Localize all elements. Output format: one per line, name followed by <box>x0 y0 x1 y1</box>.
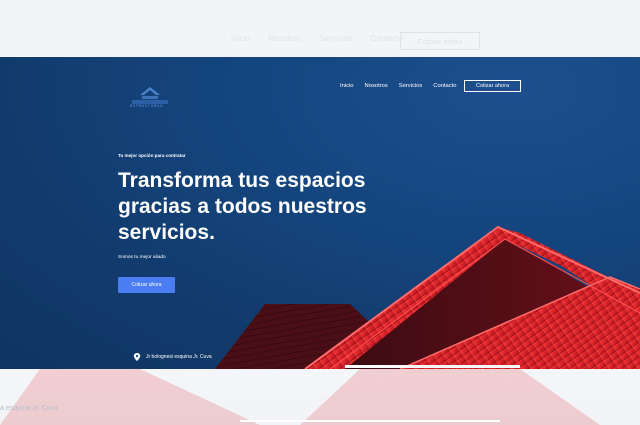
ghost-nav: Inicio Nosotros Servicios Contacto <box>231 34 421 43</box>
hero-headline: Transforma tus espacios gracias a todos … <box>118 169 367 244</box>
main-nav: Inicio Nosotros Servicios Contacto <box>340 83 467 89</box>
nav-item-nosotros[interactable]: Nosotros <box>365 83 388 89</box>
ghost-address: a esquina Jr. Cuva <box>0 405 58 412</box>
hero-cta-button[interactable]: Cotizar ahora <box>118 277 175 293</box>
hero-address: Jr bolognesi esquina Jr. Cuva <box>133 353 212 361</box>
hero-eyebrow: Tu mejor opción para contratar <box>118 153 186 158</box>
logo-icon[interactable] <box>130 77 170 115</box>
ghost-nav-contacto[interactable]: Contacto <box>370 34 403 43</box>
nav-cta-button[interactable]: Cotizar ahora <box>464 80 521 92</box>
lower-section: a esquina Jr. Cuva <box>0 369 640 425</box>
divider-bottom <box>240 420 500 422</box>
nav-item-contacto[interactable]: Contacto <box>433 83 456 89</box>
nav-item-inicio[interactable]: Inicio <box>340 83 354 89</box>
ghost-header: Inicio Nosotros Servicios Contacto Cotiz… <box>0 0 640 57</box>
divider <box>345 365 520 368</box>
ghost-nav-servicios[interactable]: Servicios <box>319 34 352 43</box>
nav-item-servicios[interactable]: Servicios <box>399 83 423 89</box>
logo-text: ESTRUCTURAS <box>130 104 164 108</box>
roof-reflection-image <box>0 369 600 425</box>
location-pin-icon <box>133 353 141 361</box>
ghost-nav-nosotros[interactable]: Nosotros <box>268 34 301 43</box>
hero-subtext: Somos tu mejor aliado <box>118 255 166 260</box>
address-text: Jr bolognesi esquina Jr. Cuva <box>146 354 212 360</box>
hero-section: ESTRUCTURAS Inicio Nosotros Servicios Co… <box>0 57 640 369</box>
ghost-cta-button[interactable]: Cotizar ahora <box>400 32 480 50</box>
ghost-nav-inicio[interactable]: Inicio <box>231 34 250 43</box>
